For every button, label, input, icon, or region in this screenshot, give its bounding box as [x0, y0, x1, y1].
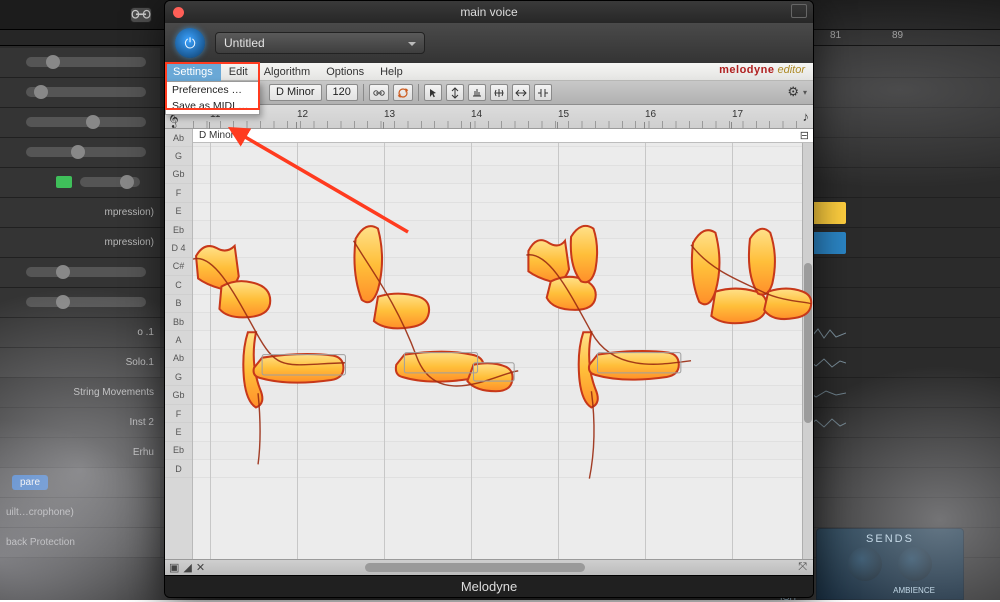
tool-icon[interactable]: ▣ [169, 561, 179, 574]
track-label[interactable]: String Movements [0, 378, 160, 407]
piano-key-column: AbGGbFEEbD 4C#CBBbAAbGGbFEEbD [165, 129, 193, 559]
automation-slider[interactable] [26, 57, 146, 67]
key-label: Ab [165, 129, 192, 147]
menu-help[interactable]: Help [372, 63, 411, 81]
tool-icon[interactable]: ✕ [196, 561, 205, 574]
key-label: A [165, 331, 192, 349]
send-knob[interactable] [898, 547, 932, 581]
bar-number: 12 [297, 109, 308, 120]
feedback-protection-label[interactable]: back Protection [0, 528, 160, 557]
cursor-tool[interactable] [424, 84, 442, 101]
bar-number: 14 [471, 109, 482, 120]
plugin-window: main voice ⏻ Untitled Settings Edit Algo… [164, 0, 814, 598]
menu-save-as-midi[interactable]: Save as MIDI … [166, 98, 259, 114]
plugin-toolbar: D Minor 120 ⚙▾ [165, 81, 813, 105]
automation-slider[interactable] [26, 267, 146, 277]
plugin-menubar: Settings Edit Algorithm Options Help mel… [165, 63, 813, 81]
sends-title: SENDS [821, 533, 959, 545]
key-label: G [165, 368, 192, 386]
automation-slider[interactable] [26, 87, 146, 97]
bar-number: 16 [645, 109, 656, 120]
note-blobs[interactable] [193, 129, 813, 536]
horizontal-scrollbar[interactable] [365, 563, 585, 572]
menu-settings[interactable]: Settings [165, 63, 221, 81]
key-label: Eb [165, 442, 192, 460]
amplitude-tool[interactable] [490, 84, 508, 101]
zoom-reset-icon[interactable]: ⤧ [798, 561, 807, 574]
track-label[interactable]: Erhu [0, 438, 160, 467]
ruler-mark: 89 [892, 30, 903, 41]
plugin-titlebar[interactable]: main voice [165, 1, 813, 23]
preset-name: Untitled [224, 36, 265, 50]
input-source-label[interactable]: uilt…crophone) [0, 498, 160, 527]
key-label: Gb [165, 386, 192, 404]
key-label: C# [165, 258, 192, 276]
plugin-bottom-bar: ▣ ◢ ✕ ⤧ [165, 559, 813, 575]
gear-icon[interactable]: ⚙ [787, 84, 799, 100]
key-label: G [165, 147, 192, 165]
plugin-bar-ruler[interactable]: 𝄞 11 12 13 14 15 16 17 ♪ [165, 105, 813, 129]
separation-tool[interactable] [534, 84, 552, 101]
compare-button[interactable]: pare [12, 475, 48, 490]
menu-preferences[interactable]: Preferences … [166, 82, 259, 98]
bar-number: 13 [384, 109, 395, 120]
tempo-field[interactable]: 120 [326, 84, 358, 101]
automation-slider[interactable] [80, 177, 140, 187]
window-title: main voice [165, 5, 813, 19]
sends-panel: SENDS AMBIENCE [816, 528, 964, 600]
key-label: E [165, 423, 192, 441]
plugin-footer-name: Melodyne [165, 575, 813, 597]
link-icon[interactable] [369, 84, 389, 101]
menu-edit[interactable]: Edit [221, 63, 256, 81]
window-mode-icon[interactable] [791, 4, 807, 18]
key-label: F [165, 184, 192, 202]
knob-label: AMBIENCE [893, 586, 935, 595]
key-label: Gb [165, 166, 192, 184]
key-label: B [165, 295, 192, 313]
track-label[interactable]: Solo.1 [0, 348, 160, 377]
key-label: E [165, 203, 192, 221]
bar-number: 17 [732, 109, 743, 120]
send-knob[interactable] [848, 547, 882, 581]
track-label[interactable]: Inst 2 [0, 408, 160, 437]
automation-slider[interactable] [26, 147, 146, 157]
power-button[interactable]: ⏻ [175, 28, 205, 58]
pitch-editor-workspace[interactable]: AbGGbFEEbD 4C#CBBbAAbGGbFEEbD D Minor ⊟ [165, 129, 813, 559]
scale-label: D Minor [199, 130, 234, 141]
menu-algorithm[interactable]: Algorithm [256, 63, 318, 81]
sync-icon[interactable] [393, 84, 413, 101]
key-label: D [165, 460, 192, 478]
formant-tool[interactable] [468, 84, 486, 101]
record-enable-badge[interactable] [56, 176, 72, 188]
menu-options[interactable]: Options [318, 63, 372, 81]
preset-dropdown[interactable]: Untitled [215, 32, 425, 54]
brand-logo: melodyneeditor [719, 64, 805, 76]
pitch-tool[interactable] [446, 84, 464, 101]
key-label: F [165, 405, 192, 423]
automation-slider[interactable] [26, 297, 146, 307]
automation-slider[interactable] [26, 117, 146, 127]
timing-tool[interactable] [512, 84, 530, 101]
link-icon[interactable] [130, 7, 152, 23]
scale-toggle-icon[interactable]: ⊟ [800, 129, 809, 142]
plugin-host-bar: ⏻ Untitled [165, 23, 813, 63]
settings-dropdown: Preferences … Save as MIDI … [165, 81, 260, 115]
scale-label-strip[interactable]: D Minor ⊟ [193, 129, 813, 143]
key-label: Eb [165, 221, 192, 239]
bar-number: 15 [558, 109, 569, 120]
key-label: Ab [165, 350, 192, 368]
track-label[interactable]: mpression) [0, 228, 160, 257]
key-field[interactable]: D Minor [269, 84, 322, 101]
key-label: D 4 [165, 239, 192, 257]
key-label: C [165, 276, 192, 294]
note-icon[interactable]: ♪ [803, 109, 810, 124]
key-label: Bb [165, 313, 192, 331]
plugin-body: Settings Edit Algorithm Options Help mel… [165, 63, 813, 575]
ruler-mark: 81 [830, 30, 841, 41]
track-label[interactable]: mpression) [0, 198, 160, 227]
track-label[interactable]: o .1 [0, 318, 160, 347]
tool-icon[interactable]: ◢ [183, 561, 191, 574]
pitch-grid[interactable]: D Minor ⊟ [193, 129, 813, 559]
